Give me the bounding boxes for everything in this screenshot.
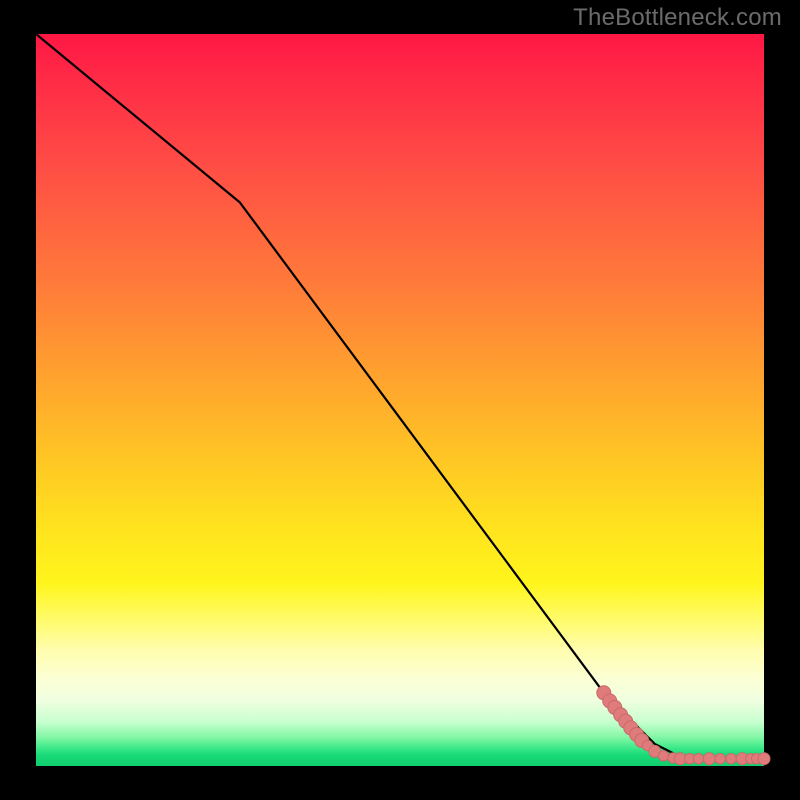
scatter-group xyxy=(597,686,770,765)
scatter-point xyxy=(703,753,715,765)
trend-line xyxy=(36,34,764,759)
scatter-point xyxy=(658,751,668,761)
attribution-label: TheBottleneck.com xyxy=(573,4,782,32)
chart-stage: TheBottleneck.com xyxy=(0,0,800,800)
scatter-point xyxy=(758,753,770,765)
scatter-point xyxy=(715,754,725,764)
scatter-point xyxy=(726,754,736,764)
scatter-point xyxy=(693,754,703,764)
plot-area xyxy=(36,34,764,766)
chart-overlay xyxy=(36,34,764,766)
